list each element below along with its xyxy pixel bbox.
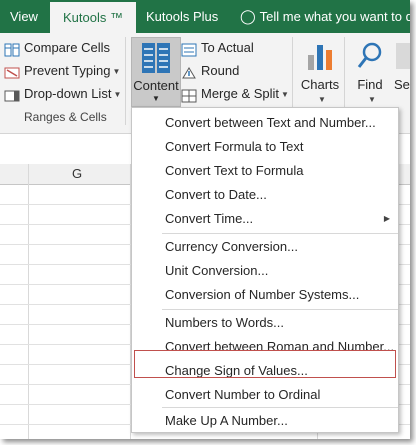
menu-separator: [162, 309, 398, 310]
menu-item-numbers-to-words[interactable]: Numbers to Words...: [132, 311, 398, 335]
tab-kutools-plus[interactable]: Kutools Plus: [146, 0, 218, 33]
menu-separator: [162, 233, 398, 234]
highlight-box: [134, 350, 396, 378]
prevent-typing-button[interactable]: Prevent Typing ▼: [4, 60, 120, 82]
column-gridline: [28, 164, 29, 439]
chevron-down-icon: ▼: [112, 66, 121, 76]
content-button[interactable]: Content ▼: [131, 37, 181, 107]
prevent-typing-label: Prevent Typing: [24, 63, 111, 78]
tell-me-text: Tell me what you want to do: [259, 9, 410, 24]
select-label: Se: [394, 77, 410, 92]
excel-window: View Kutools ™ Kutools Plus ◯ Tell me wha…: [0, 0, 410, 439]
ribbon-tab-bar: View Kutools ™ Kutools Plus ◯ Tell me wha…: [0, 0, 410, 37]
dropdown-list-button[interactable]: Drop-down List ▼: [4, 83, 121, 105]
menu-item-number-systems[interactable]: Conversion of Number Systems...: [132, 283, 398, 307]
select-button-partial[interactable]: Se: [394, 37, 410, 105]
round-icon: [181, 65, 197, 79]
menu-item-label: Convert between Text and Number...: [165, 115, 376, 130]
menu-item-label: Convert Number to Ordinal: [165, 387, 321, 402]
column-header-g[interactable]: G: [72, 166, 82, 181]
menu-item-unit-conversion[interactable]: Unit Conversion...: [132, 259, 398, 283]
group-label-ranges-cells: Ranges & Cells: [24, 110, 107, 124]
menu-separator: [162, 407, 398, 408]
content-icon: [141, 42, 171, 77]
find-label: Find: [357, 77, 383, 92]
chevron-down-icon: ▼: [368, 95, 376, 104]
group-divider: [125, 37, 126, 125]
to-actual-label: To Actual: [201, 40, 254, 55]
chevron-down-icon: ▼: [281, 89, 289, 99]
merge-split-button[interactable]: Merge & Split ▼: [181, 83, 289, 105]
menu-item-number-to-ordinal[interactable]: Convert Number to Ordinal: [132, 383, 398, 407]
menu-item-convert-to-date[interactable]: Convert to Date...: [132, 183, 398, 207]
menu-item-convert-text-number[interactable]: Convert between Text and Number...: [132, 111, 398, 135]
menu-item-label: Convert Text to Formula: [165, 163, 304, 178]
round-label: Round: [201, 63, 240, 78]
menu-item-label: Convert Formula to Text: [165, 139, 304, 154]
charts-icon: [306, 41, 334, 74]
menu-item-convert-text-to-formula[interactable]: Convert Text to Formula: [132, 159, 398, 183]
search-icon: [356, 41, 384, 74]
round-button[interactable]: Round: [181, 60, 239, 82]
to-actual-button[interactable]: To Actual: [181, 37, 254, 59]
prevent-typing-icon: [4, 65, 20, 79]
merge-split-icon: [181, 88, 197, 103]
chevron-down-icon: ▼: [318, 95, 326, 104]
menu-item-convert-formula-to-text[interactable]: Convert Formula to Text: [132, 135, 398, 159]
menu-item-convert-time[interactable]: Convert Time... ▶: [132, 207, 398, 231]
charts-label: Charts: [300, 77, 340, 92]
dropdown-list-icon: [4, 88, 20, 102]
dropdown-list-label: Drop-down List: [24, 86, 112, 101]
compare-cells-icon: [4, 42, 20, 57]
tab-view[interactable]: View: [10, 0, 38, 33]
menu-item-label: Numbers to Words...: [165, 315, 284, 330]
menu-item-make-up-a-number[interactable]: Make Up A Number...: [132, 409, 398, 433]
content-label: Content: [133, 78, 179, 93]
menu-item-label: Unit Conversion...: [165, 263, 269, 278]
menu-item-label: Convert to Date...: [165, 187, 267, 202]
compare-cells-label: Compare Cells: [24, 40, 110, 55]
menu-item-label: Convert Time...: [165, 211, 254, 226]
chevron-down-icon: ▼: [113, 89, 122, 99]
content-dropdown-menu: Convert between Text and Number... Conve…: [131, 107, 399, 433]
lightbulb-icon: ◯: [240, 8, 256, 24]
chevron-right-icon: ▶: [383, 214, 390, 223]
menu-item-label: Currency Conversion...: [165, 239, 298, 254]
menu-item-currency-conversion[interactable]: Currency Conversion...: [132, 235, 398, 259]
find-button[interactable]: Find ▼: [350, 37, 390, 105]
tell-me-search[interactable]: ◯ Tell me what you want to do: [240, 0, 410, 33]
to-actual-icon: [181, 42, 197, 57]
charts-button[interactable]: Charts ▼: [300, 37, 340, 105]
merge-split-label: Merge & Split: [201, 86, 280, 101]
select-icon: [396, 43, 410, 69]
chevron-down-icon: ▼: [152, 94, 160, 103]
tab-kutools[interactable]: Kutools ™: [50, 2, 136, 37]
menu-item-label: Make Up A Number...: [165, 413, 288, 428]
menu-item-label: Conversion of Number Systems...: [165, 287, 360, 302]
compare-cells-button[interactable]: Compare Cells: [4, 37, 110, 59]
